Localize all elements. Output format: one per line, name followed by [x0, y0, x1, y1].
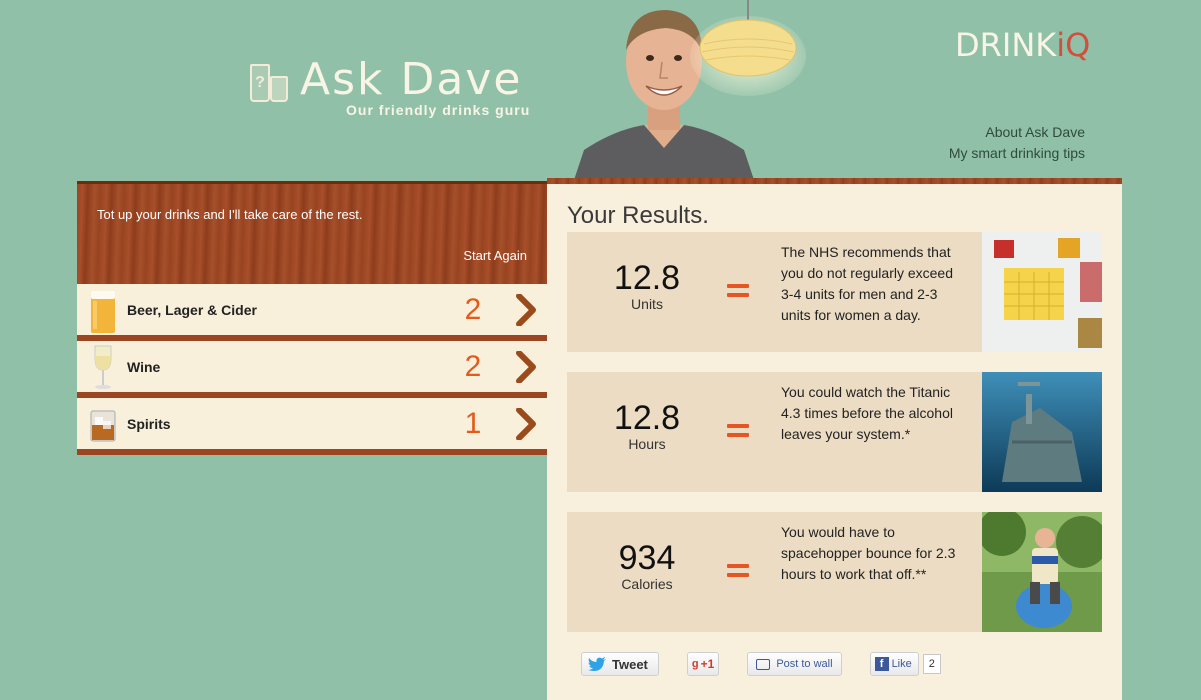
post-to-wall-button[interactable]: Post to wall: [747, 652, 842, 676]
facebook-f-icon: f: [874, 657, 889, 671]
result-value: 12.8: [613, 399, 681, 437]
pendant-lamp: [690, 0, 806, 96]
shipwreck-image: [982, 372, 1102, 492]
google-plus-one-button[interactable]: g +1: [686, 652, 720, 676]
result-unit: Hours: [628, 436, 666, 452]
chevron-right-icon[interactable]: [515, 350, 537, 383]
tweet-label: Tweet: [612, 656, 648, 672]
drink-name: Spirits: [127, 415, 171, 432]
post-to-wall-label: Post to wall: [776, 658, 833, 670]
calendar-fridge-image: [982, 232, 1102, 352]
spacehopper-image: [982, 512, 1102, 632]
like-label: Like: [891, 658, 912, 670]
result-card-calories: 934 Calories You would have to spacehopp…: [567, 512, 1102, 632]
chevron-right-icon[interactable]: [515, 293, 537, 326]
results-panel: Your Results. 12.8 Units The NHS recomme…: [547, 178, 1122, 700]
gplus-label: +1: [700, 657, 715, 671]
top-nav: About Ask Dave My smart drinking tips: [949, 122, 1085, 164]
social-share-bar: Tweet g +1 Post to wall f Like 2: [581, 652, 941, 676]
drink-count: 2: [464, 349, 482, 383]
drinks-panel-header: Tot up your drinks and I'll take care of…: [77, 181, 547, 284]
drinks-panel: Tot up your drinks and I'll take care of…: [77, 181, 547, 455]
drink-row-beer[interactable]: Beer, Lager & Cider 2: [77, 284, 547, 341]
drink-count: 2: [464, 292, 482, 326]
chevron-right-icon[interactable]: [515, 407, 537, 440]
result-text: You would have to spacehopper bounce for…: [781, 524, 956, 582]
result-text: The NHS recommends that you do not regul…: [781, 244, 953, 323]
intro-text: Tot up your drinks and I'll take care of…: [97, 207, 363, 222]
ask-dave-logo[interactable]: ? Ask Dave Our friendly drinks guru: [248, 54, 529, 118]
beer-glass-icon: [91, 290, 115, 333]
tweet-button[interactable]: Tweet: [581, 652, 659, 676]
wine-glass-icon: [94, 345, 112, 389]
logo-subtitle: Our friendly drinks guru: [346, 102, 531, 118]
facebook-like-widget: f Like 2: [869, 652, 941, 676]
result-value: 934: [618, 539, 676, 577]
drinkiq-brand[interactable]: DRINKiQ: [955, 26, 1090, 64]
drink-row-wine[interactable]: Wine 2: [77, 341, 547, 398]
smart-drinking-tips-link[interactable]: My smart drinking tips: [949, 143, 1085, 164]
brand-drink-text: DRINK: [955, 26, 1057, 64]
logo-title: Ask Dave: [300, 54, 523, 105]
drink-count: 1: [464, 406, 482, 440]
equals-icon: [727, 284, 749, 298]
result-card-hours: 12.8 Hours You could watch the Titanic 4…: [567, 372, 1102, 492]
start-again-link[interactable]: Start Again: [463, 248, 527, 263]
twitter-bird-icon: [588, 657, 606, 671]
wood-trim: [547, 178, 1122, 184]
equals-icon: [727, 424, 749, 438]
result-text: You could watch the Titanic 4.3 times be…: [781, 384, 953, 442]
spirits-glass-icon: [90, 410, 116, 441]
about-ask-dave-link[interactable]: About Ask Dave: [949, 122, 1085, 143]
drinks-glasses-icon: ?: [248, 60, 292, 106]
result-card-units: 12.8 Units The NHS recommends that you d…: [567, 232, 1102, 352]
drink-row-spirits[interactable]: Spirits 1: [77, 398, 547, 455]
like-count: 2: [922, 654, 941, 674]
drink-name: Beer, Lager & Cider: [127, 301, 257, 318]
facebook-like-button[interactable]: f Like: [869, 652, 919, 676]
equals-icon: [727, 564, 749, 578]
drink-name: Wine: [127, 358, 161, 375]
result-value: 12.8: [613, 259, 681, 297]
result-unit: Units: [631, 296, 663, 312]
result-unit: Calories: [621, 576, 673, 592]
speech-bubble-icon: [756, 658, 771, 670]
google-g-icon: g: [691, 658, 699, 670]
results-title: Your Results.: [567, 202, 709, 229]
brand-iq-text: iQ: [1056, 26, 1091, 64]
